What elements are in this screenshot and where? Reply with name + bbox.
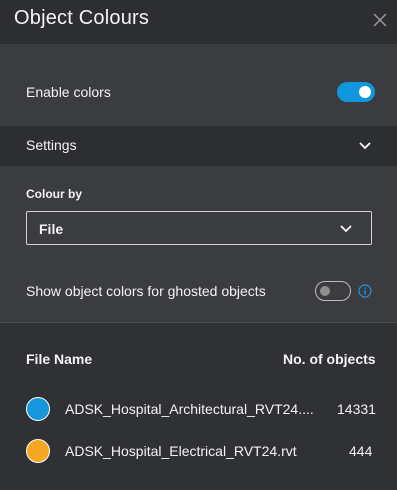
- settings-section-header[interactable]: Settings: [0, 126, 397, 166]
- settings-label: Settings: [26, 137, 77, 153]
- object-colours-panel: Object Colours Enable colors Settings Co…: [0, 0, 397, 490]
- object-count: 444: [349, 443, 373, 459]
- file-list-section: File Name No. of objects ADSK_Hospital_A…: [0, 323, 397, 490]
- chevron-down-icon: [339, 222, 353, 236]
- toggle-knob: [359, 86, 371, 98]
- file-name-header: File Name: [26, 351, 93, 367]
- colour-by-value: File: [39, 221, 64, 237]
- toggle-knob: [320, 286, 330, 296]
- info-icon[interactable]: [358, 284, 372, 298]
- file-name: ADSK_Hospital_Electrical_RVT24.rvt: [65, 443, 297, 459]
- file-name: ADSK_Hospital_Architectural_RVT24....: [65, 401, 314, 417]
- colour-by-select[interactable]: File: [26, 211, 372, 245]
- file-row[interactable]: ADSK_Hospital_Architectural_RVT24.... 14…: [0, 395, 397, 423]
- enable-colors-label: Enable colors: [26, 84, 111, 100]
- ghosted-objects-label: Show object colors for ghosted objects: [26, 283, 266, 299]
- enable-colors-toggle[interactable]: [337, 82, 375, 102]
- close-icon[interactable]: [372, 12, 388, 28]
- file-row[interactable]: ADSK_Hospital_Electrical_RVT24.rvt 444: [0, 437, 397, 465]
- chevron-down-icon: [358, 139, 372, 153]
- colour-by-label: Colour by: [26, 187, 82, 201]
- panel-header: Object Colours: [0, 0, 397, 44]
- file-color-swatch[interactable]: [26, 439, 50, 463]
- object-count: 14331: [337, 401, 376, 417]
- file-color-swatch[interactable]: [26, 397, 50, 421]
- panel-title: Object Colours: [14, 7, 150, 29]
- object-count-header: No. of objects: [283, 351, 376, 367]
- ghosted-objects-toggle[interactable]: [315, 281, 351, 301]
